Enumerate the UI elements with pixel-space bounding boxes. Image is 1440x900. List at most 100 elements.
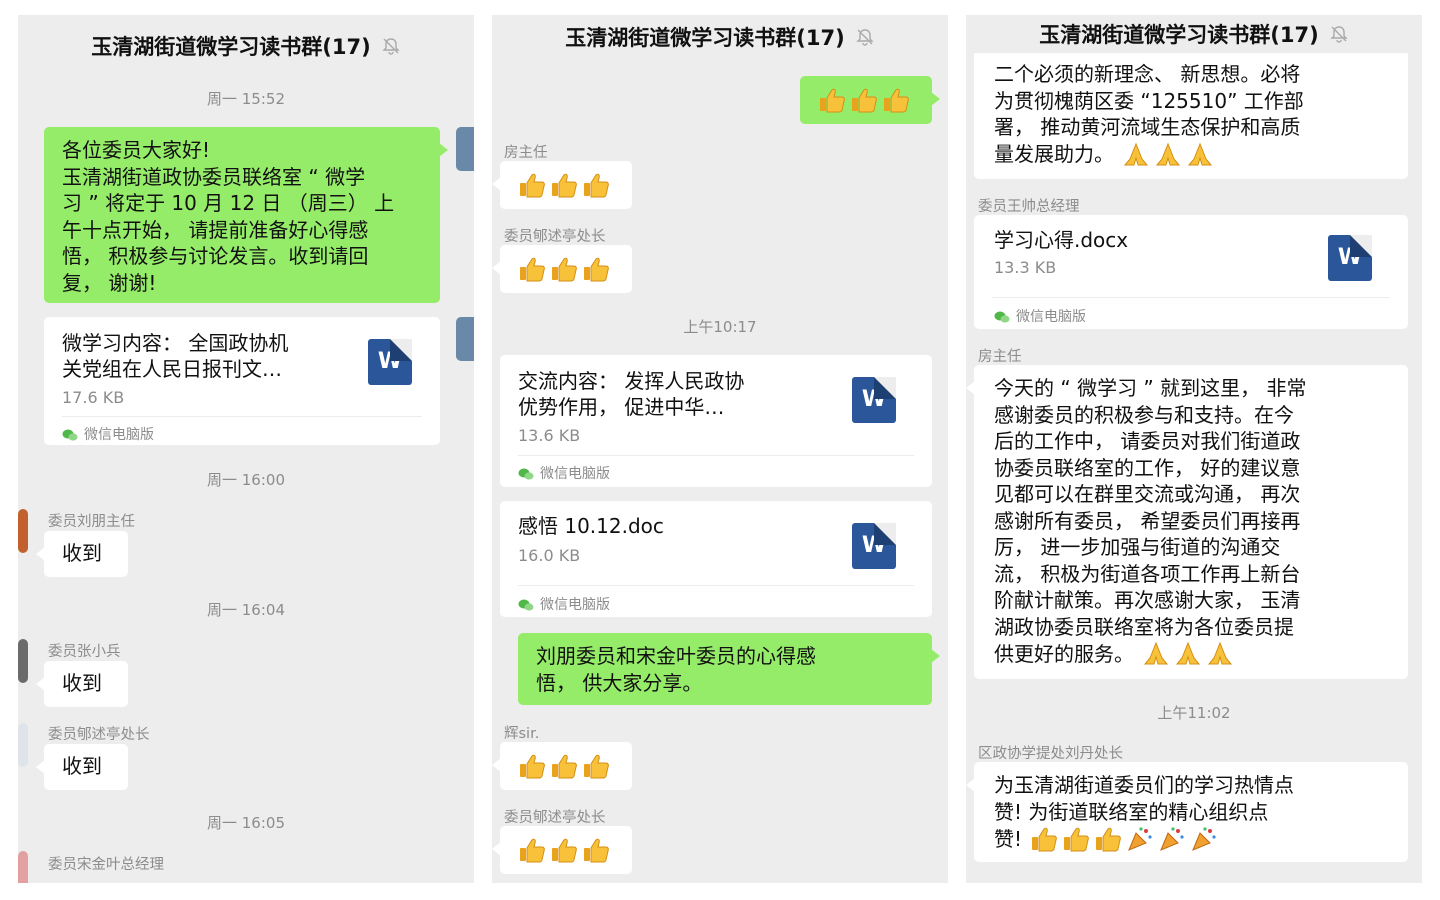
chat-title: 玉清湖街道微学习读书群(17) bbox=[565, 26, 845, 50]
avatar[interactable] bbox=[456, 127, 474, 171]
avatar[interactable] bbox=[18, 509, 28, 553]
timestamp: 周一 16:05 bbox=[207, 814, 285, 832]
sender-name: 委员宋金叶总经理 bbox=[48, 857, 164, 873]
message-bubble-peer[interactable] bbox=[492, 245, 632, 293]
file-message[interactable]: 感悟 10.12.doc 16.0 KB W 微信电脑版 bbox=[500, 501, 932, 617]
file-size: 13.3 KB bbox=[994, 258, 1057, 277]
sender-name: 委员郇述亭处长 bbox=[48, 727, 150, 743]
file-size: 13.6 KB bbox=[518, 426, 581, 445]
avatar[interactable] bbox=[18, 723, 28, 767]
message-bubble-peer[interactable]: 二个必须的新理念、 新思想。必将 为贯彻槐荫区委 “125510” 工作部 署，… bbox=[974, 53, 1408, 179]
word-file-icon: W bbox=[1328, 235, 1372, 281]
avatar[interactable] bbox=[456, 317, 474, 361]
message-line: 见都可以在群里交流或沟通， 再次 bbox=[994, 482, 1301, 506]
divider bbox=[62, 416, 422, 417]
file-message[interactable]: 学习心得.docx 13.3 KB W 微信电脑版 bbox=[974, 215, 1408, 329]
thumbs-up-icon bbox=[518, 255, 546, 283]
mute-icon bbox=[855, 27, 875, 47]
sender-name: 委员郇述亭处长 bbox=[504, 810, 606, 826]
thumbs-up-icon bbox=[582, 255, 610, 283]
message-line: 感谢委员的积极参与和支持。在今 bbox=[994, 402, 1294, 427]
file-name-line: 微学习内容： 全国政协机 bbox=[62, 331, 289, 355]
divider bbox=[992, 297, 1390, 298]
message-bubble-peer[interactable] bbox=[492, 742, 632, 790]
thumbs-up-icon bbox=[550, 836, 578, 864]
chat-title: 玉清湖街道微学习读书群(17) bbox=[1039, 23, 1319, 47]
message-bubble-peer[interactable]: 收到 bbox=[36, 531, 128, 577]
timestamp: 周一 16:00 bbox=[207, 471, 285, 489]
thumbs-up-icon bbox=[518, 836, 546, 864]
message-line: 阶献计献策。再次感谢大家， 玉清 bbox=[994, 588, 1301, 612]
wechat-icon bbox=[518, 599, 534, 611]
message-text: 收到 bbox=[62, 754, 102, 778]
chat-header: 玉清湖街道微学习读书群(17) bbox=[966, 15, 1422, 53]
mute-icon bbox=[1329, 24, 1349, 44]
chat-panel-3: 玉清湖街道微学习读书群(17) 二个必须的新理念、 新思想。必将 为贯彻槐荫区委… bbox=[966, 15, 1422, 883]
message-bubble-peer[interactable] bbox=[492, 826, 632, 874]
divider bbox=[518, 455, 914, 456]
thumbs-up-icon bbox=[550, 255, 578, 283]
party-popper-icon bbox=[1126, 825, 1154, 853]
thumbs-up-icon bbox=[1030, 825, 1058, 853]
file-message[interactable]: 交流内容： 发挥人民政协 优势作用， 促进中华… 13.6 KB W 微信电脑版 bbox=[500, 355, 932, 487]
message-line: 午十点开始， 请提前准备好心得感 bbox=[62, 217, 369, 242]
sender-name: 委员刘朋主任 bbox=[48, 514, 135, 530]
message-line: 复， 谢谢! bbox=[62, 270, 157, 295]
message-list[interactable]: 周一 15:52 各位委员大家好! 玉清湖街道政协委员联络室 “ 微学 习 ” … bbox=[18, 77, 474, 883]
message-line: 赞! 为街道联络室的精心组织点 bbox=[994, 799, 1269, 824]
message-line: 赞! bbox=[994, 826, 1023, 851]
pray-icon bbox=[1154, 141, 1182, 169]
avatar[interactable] bbox=[18, 639, 28, 683]
message-bubble-self[interactable] bbox=[800, 76, 940, 124]
message-list[interactable]: 二个必须的新理念、 新思想。必将 为贯彻槐荫区委 “125510” 工作部 署，… bbox=[966, 53, 1422, 883]
sender-name: 委员王帅总经理 bbox=[978, 199, 1080, 215]
message-line: 悟， 供大家分享。 bbox=[536, 670, 703, 695]
sender-name: 辉sir. bbox=[504, 726, 540, 742]
message-bubble-peer[interactable] bbox=[492, 161, 632, 209]
file-message[interactable]: 微学习内容： 全国政协机 关党组在人民日报刊文… 17.6 KB W 微信电脑版 bbox=[44, 317, 440, 445]
message-text: 收到 bbox=[62, 671, 102, 695]
file-source: 微信电脑版 bbox=[518, 592, 610, 619]
file-size: 17.6 KB bbox=[62, 388, 125, 407]
thumbs-up-icon bbox=[1062, 825, 1090, 853]
message-line: 湖政协委员联络室将为各位委员提 bbox=[994, 614, 1294, 639]
thumbs-up-icon bbox=[850, 86, 878, 114]
message-line: 厉， 进一步加强与街道的沟通交 bbox=[994, 535, 1281, 559]
thumbs-up-icon bbox=[582, 752, 610, 780]
message-line: 署， 推动黄河流域生态保护和高质 bbox=[994, 115, 1301, 139]
message-line: 供更好的服务。 bbox=[994, 641, 1134, 666]
message-bubble-peer[interactable]: 今天的 “ 微学习 ” 就到这里， 非常 感谢委员的积极参与和支持。在今 后的工… bbox=[966, 365, 1408, 679]
chat-header: 玉清湖街道微学习读书群(17) bbox=[492, 15, 948, 59]
message-bubble-peer[interactable]: 收到 bbox=[36, 744, 128, 790]
party-popper-icon bbox=[1190, 825, 1218, 853]
sender-name: 房主任 bbox=[504, 145, 548, 161]
pray-icon bbox=[1206, 640, 1234, 668]
message-list[interactable]: 房主任 委员郇述亭处长 上午10:17 交流内容： 发挥人民政协 优势作用， 促… bbox=[492, 59, 948, 883]
pray-icon bbox=[1142, 640, 1170, 668]
message-line: 二个必须的新理念、 新思想。必将 bbox=[994, 62, 1301, 86]
message-bubble-self[interactable]: 各位委员大家好! 玉清湖街道政协委员联络室 “ 微学 习 ” 将定于 10 月 … bbox=[44, 127, 448, 303]
word-file-icon: W bbox=[368, 339, 412, 385]
thumbs-up-icon bbox=[818, 86, 846, 114]
pray-icon bbox=[1122, 141, 1150, 169]
message-text: 收到 bbox=[62, 541, 102, 565]
sender-name: 区政协学提处刘丹处长 bbox=[978, 746, 1123, 762]
message-line: 为贯彻槐荫区委 “125510” 工作部 bbox=[994, 88, 1304, 113]
chat-panel-1: 玉清湖街道微学习读书群(17) 周一 15:52 各位委员大家好! 玉清湖街道政… bbox=[18, 15, 474, 883]
thumbs-up-icon bbox=[518, 171, 546, 199]
avatar[interactable] bbox=[18, 851, 28, 883]
thumbs-up-icon bbox=[582, 836, 610, 864]
chat-panel-2: 玉清湖街道微学习读书群(17) 房主任 委员郇述亭处长 上午10:17 交流内容… bbox=[492, 15, 948, 883]
timestamp: 周一 16:04 bbox=[207, 601, 285, 619]
sender-name: 委员张小兵 bbox=[48, 644, 121, 660]
pray-icon bbox=[1174, 640, 1202, 668]
message-bubble-peer[interactable]: 为玉清湖街道委员们的学习热情点 赞! 为街道联络室的精心组织点 赞! bbox=[966, 762, 1408, 862]
file-source: 微信电脑版 bbox=[994, 304, 1086, 331]
timestamp: 上午10:17 bbox=[683, 318, 757, 336]
wechat-icon bbox=[518, 468, 534, 480]
thumbs-up-icon bbox=[882, 86, 910, 114]
party-popper-icon bbox=[1158, 825, 1186, 853]
thumbs-up-icon bbox=[518, 752, 546, 780]
message-bubble-self[interactable]: 刘朋委员和宋金叶委员的心得感 悟， 供大家分享。 bbox=[518, 633, 940, 705]
message-bubble-peer[interactable]: 收到 bbox=[36, 661, 128, 707]
